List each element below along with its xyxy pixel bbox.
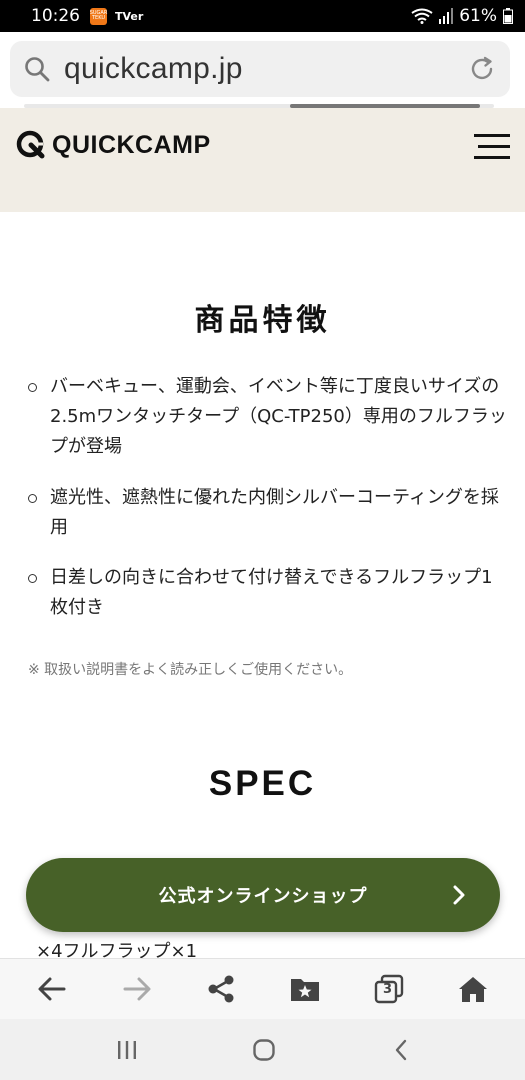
status-bar: 10:26 SUGAR TEKU TVer 61% [0, 0, 525, 32]
hamburger-menu-button[interactable] [474, 132, 512, 162]
search-icon [25, 57, 50, 82]
android-home-button[interactable] [249, 1035, 279, 1065]
home-circle-icon [253, 1039, 275, 1061]
feature-text: 遮光性、遮熱性に優れた内側シルバーコーティングを採用 [50, 487, 499, 538]
home-button[interactable] [455, 971, 491, 1007]
quickcamp-logo-icon [16, 130, 45, 159]
app-notification-icon: SUGAR TEKU [90, 7, 107, 25]
spec-title: SPEC [208, 764, 317, 803]
browser-toolbar: 3 [0, 958, 525, 1019]
chevron-left-icon [395, 1039, 407, 1061]
menu-line-icon [474, 156, 510, 159]
bookmark-folder-icon [291, 979, 319, 1001]
share-icon [208, 975, 234, 1003]
feature-text: 日差しの向きに合わせて付け替えできるフルフラップ1枚付き [50, 567, 493, 618]
logo-text: QUICKCAMP [52, 130, 211, 159]
address-bar-area: quickcamp.jp [0, 32, 525, 108]
menu-line-icon [478, 145, 510, 148]
url-text[interactable]: quickcamp.jp [64, 52, 243, 86]
status-time: 10:26 [31, 6, 80, 26]
online-shop-label: 公式オンラインショップ [158, 886, 368, 907]
menu-line-icon [474, 134, 510, 137]
bullet-circle-icon [28, 494, 37, 503]
feature-item: 遮光性、遮熱性に優れた内側シルバーコーティングを採用 [28, 483, 508, 543]
chevron-right-icon [453, 885, 465, 905]
reload-icon[interactable] [468, 55, 496, 83]
status-indicators: 61% [411, 6, 513, 26]
tab-count: 3 [383, 982, 393, 997]
spec-partial-text: ×4フルフラップ×1 [36, 941, 198, 958]
forward-button[interactable] [119, 971, 155, 1007]
recent-apps-button[interactable] [112, 1035, 142, 1065]
feature-text: バーベキュー、運動会、イベント等に丁度良いサイズの2.5mワンタッチタープ（QC… [50, 376, 507, 457]
address-bar[interactable]: quickcamp.jp [10, 41, 510, 97]
recent-apps-icon [118, 1041, 136, 1059]
share-button[interactable] [203, 971, 239, 1007]
usage-note: ※ 取扱い説明書をよく読み正しくご使用ください。 [28, 662, 353, 678]
site-logo[interactable]: QUICKCAMP [16, 130, 211, 160]
wifi-icon [411, 8, 433, 24]
signal-icon [439, 8, 454, 24]
tabs-button[interactable]: 3 [371, 971, 407, 1007]
feature-item: バーベキュー、運動会、イベント等に丁度良いサイズの2.5mワンタッチタープ（QC… [28, 372, 508, 462]
arrow-right-icon [123, 977, 151, 1001]
feature-list: バーベキュー、運動会、イベント等に丁度良いサイズの2.5mワンタッチタープ（QC… [28, 372, 508, 643]
arrow-left-icon [38, 977, 66, 1001]
battery-percent: 61% [459, 6, 497, 26]
online-shop-button[interactable]: 公式オンラインショップ [26, 858, 500, 932]
feature-item: 日差しの向きに合わせて付け替えできるフルフラップ1枚付き [28, 563, 508, 623]
tver-notification-icon: TVer [115, 9, 144, 23]
back-button[interactable] [34, 971, 70, 1007]
bookmarks-button[interactable] [287, 971, 323, 1007]
site-header: QUICKCAMP [0, 108, 525, 212]
android-nav-bar [0, 1019, 525, 1080]
home-icon [459, 977, 487, 1002]
battery-icon [503, 8, 513, 24]
bullet-circle-icon [28, 574, 37, 583]
features-title: 商品特徴 [194, 303, 331, 338]
android-back-button[interactable] [386, 1035, 416, 1065]
bullet-circle-icon [28, 383, 37, 392]
app-root: 10:26 SUGAR TEKU TVer 61% quickcamp.jp Q… [0, 0, 525, 1080]
